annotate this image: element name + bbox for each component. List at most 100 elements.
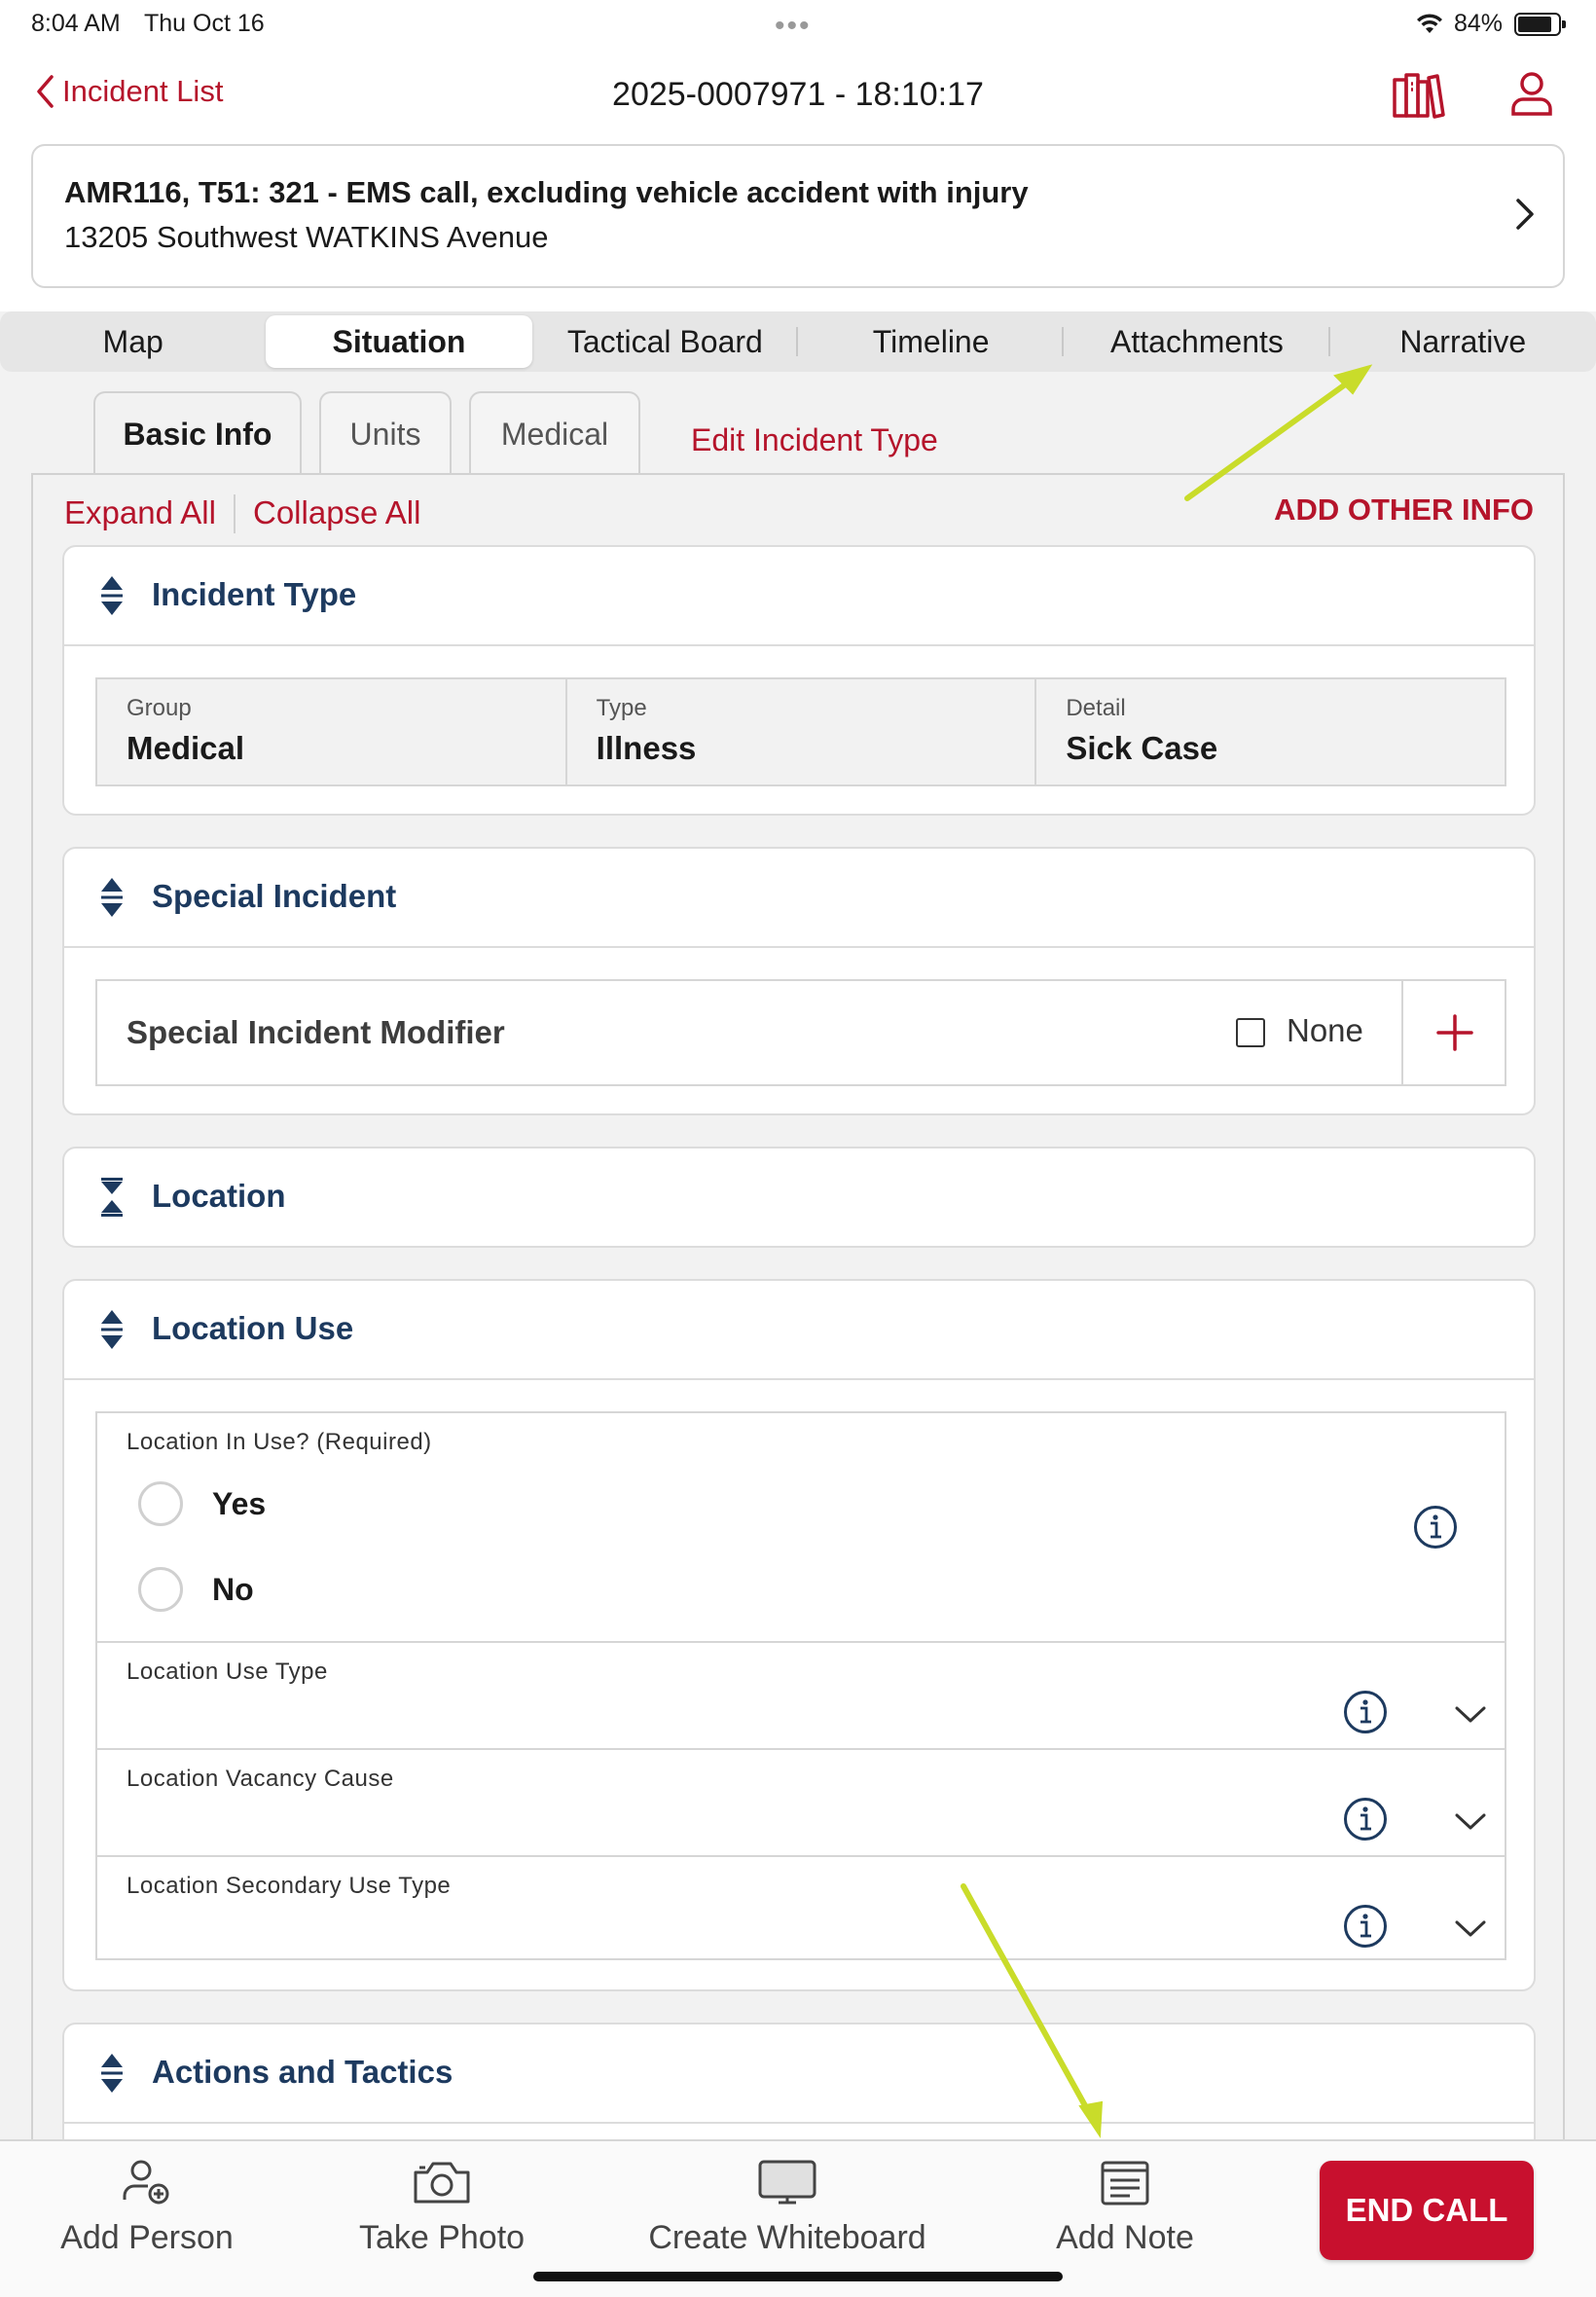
chevron-down-icon <box>1455 1920 1486 1937</box>
dropdown-label: Location Secondary Use Type <box>127 1873 452 1899</box>
field-type: Type Illness <box>567 679 1037 784</box>
tab-situation[interactable]: Situation <box>266 315 532 368</box>
divider <box>234 494 236 533</box>
tab-tactical-board[interactable]: Tactical Board <box>532 311 798 372</box>
dropdown-label: Location Use Type <box>127 1659 328 1685</box>
subtab-basic-info[interactable]: Basic Info <box>93 391 302 475</box>
subtab-label: Medical <box>500 417 609 452</box>
multitask-dots-icon[interactable]: ••• <box>775 10 812 43</box>
section-header[interactable]: Actions and Tactics <box>64 2024 1534 2124</box>
library-icon[interactable] <box>1392 70 1446 124</box>
chevron-down-icon <box>1455 1706 1486 1723</box>
nav-bar: Incident List 2025-0007971 - 18:10:17 <box>0 47 1596 144</box>
info-icon[interactable] <box>1343 1797 1388 1841</box>
tab-label: Narrative <box>1399 324 1527 359</box>
info-icon[interactable] <box>1413 1505 1458 1550</box>
tool-label: Add Note <box>1056 2219 1194 2256</box>
page-title: 2025-0007971 - 18:10:17 <box>0 76 1596 114</box>
field-label: Detail <box>1066 695 1126 721</box>
info-icon[interactable] <box>1343 1904 1388 1949</box>
tool-label: Take Photo <box>358 2219 526 2256</box>
location-use-form: Location In Use? (Required) Yes No Locat… <box>95 1411 1506 1960</box>
chevron-right-icon <box>1516 199 1534 230</box>
section-header[interactable]: Location <box>64 1148 1534 1246</box>
add-note-button[interactable]: Add Note <box>1037 2141 1213 2258</box>
main-tabs: Map Situation Tactical Board Timeline At… <box>0 311 1596 372</box>
modifier-label: Special Incident Modifier <box>127 1014 505 1050</box>
radio-no[interactable]: No <box>138 1567 254 1612</box>
tool-label: Add Person <box>60 2219 234 2256</box>
end-call-button[interactable]: END CALL <box>1320 2161 1534 2260</box>
info-icon[interactable] <box>1343 1690 1388 1734</box>
status-date: Thu Oct 16 <box>144 10 265 37</box>
subtab-label: Basic Info <box>123 417 272 452</box>
tab-label: Attachments <box>1110 324 1284 359</box>
edit-incident-type-link[interactable]: Edit Incident Type <box>691 422 938 458</box>
tab-timeline[interactable]: Timeline <box>798 311 1065 372</box>
section-header[interactable]: Location Use <box>64 1281 1534 1380</box>
tab-narrative[interactable]: Narrative <box>1330 311 1596 372</box>
wifi-icon <box>1415 12 1444 40</box>
section-location-use: Location Use Location In Use? (Required)… <box>62 1279 1536 1991</box>
expand-all-link[interactable]: Expand All <box>64 494 216 531</box>
section-incident-type: Incident Type Group Medical Type Illness D… <box>62 545 1536 816</box>
subtab-units[interactable]: Units <box>319 391 452 475</box>
tab-label: Situation <box>332 324 466 359</box>
section-title: Actions and Tactics <box>152 2054 453 2090</box>
dropdown-location-secondary-use-type[interactable]: Location Secondary Use Type <box>97 1855 1505 1962</box>
tab-map[interactable]: Map <box>0 311 266 372</box>
dropdown-label: Location Vacancy Cause <box>127 1766 394 1792</box>
chevron-down-icon <box>1455 1813 1486 1830</box>
subtab-label: Units <box>349 417 421 452</box>
none-checkbox[interactable] <box>1236 1018 1265 1047</box>
tab-label: Map <box>102 324 163 359</box>
tab-label: Timeline <box>872 324 990 359</box>
tab-attachments[interactable]: Attachments <box>1064 311 1330 372</box>
radio-label: Yes <box>212 1485 267 1521</box>
create-whiteboard-button[interactable]: Create Whiteboard <box>636 2141 938 2258</box>
incident-address: 13205 Southwest WATKINS Avenue <box>64 220 549 254</box>
back-label: Incident List <box>62 74 224 108</box>
dropdown-location-vacancy-cause[interactable]: Location Vacancy Cause <box>97 1748 1505 1855</box>
special-incident-modifier-row: Special Incident Modifier None <box>95 979 1506 1086</box>
field-value: Illness <box>596 730 697 766</box>
field-label: Type <box>596 695 647 721</box>
take-photo-button[interactable]: Take Photo <box>341 2141 543 2258</box>
tool-label: Create Whiteboard <box>648 2219 926 2256</box>
section-title: Location Use <box>152 1310 354 1346</box>
incident-summary-card[interactable]: AMR116, T51: 321 - EMS call, excluding v… <box>31 144 1565 288</box>
incident-card-area: AMR116, T51: 321 - EMS call, excluding v… <box>0 144 1596 311</box>
status-bar: 8:04 AM Thu Oct 16 ••• 84% <box>0 0 1596 47</box>
section-title: Location <box>152 1178 286 1214</box>
none-label: None <box>1287 1012 1363 1048</box>
collapse-icon <box>101 1178 123 1217</box>
subtab-medical[interactable]: Medical <box>469 391 640 475</box>
field-value: Sick Case <box>1066 730 1218 766</box>
section-header[interactable]: Incident Type <box>64 547 1534 646</box>
radio-button[interactable] <box>138 1567 183 1612</box>
add-person-button[interactable]: Add Person <box>39 2141 255 2258</box>
sort-icon <box>101 1310 123 1349</box>
back-button[interactable]: Incident List <box>35 74 223 109</box>
dropdown-location-use-type[interactable]: Location Use Type <box>97 1641 1505 1748</box>
status-time: 8:04 AM <box>31 10 121 37</box>
section-special-incident: Special Incident Special Incident Modifi… <box>62 847 1536 1115</box>
home-indicator[interactable] <box>533 2272 1063 2281</box>
section-title: Special Incident <box>152 878 397 914</box>
section-header[interactable]: Special Incident <box>64 849 1534 948</box>
section-title: Incident Type <box>152 576 357 612</box>
location-in-use-label: Location In Use? (Required) <box>127 1429 432 1455</box>
user-profile-icon[interactable] <box>1510 70 1553 122</box>
radio-yes[interactable]: Yes <box>138 1481 266 1526</box>
add-modifier-button[interactable] <box>1401 981 1505 1084</box>
camera-icon <box>414 2162 470 2204</box>
radio-label: No <box>212 1571 254 1607</box>
collapse-all-link[interactable]: Collapse All <box>253 494 420 531</box>
chevron-left-icon <box>37 75 54 108</box>
add-other-info-link[interactable]: ADD OTHER INFO <box>1274 492 1534 528</box>
add-person-icon <box>123 2160 169 2205</box>
sort-icon <box>101 576 123 615</box>
sort-icon <box>101 2054 123 2093</box>
radio-button[interactable] <box>138 1481 183 1526</box>
tab-label: Tactical Board <box>566 324 763 359</box>
